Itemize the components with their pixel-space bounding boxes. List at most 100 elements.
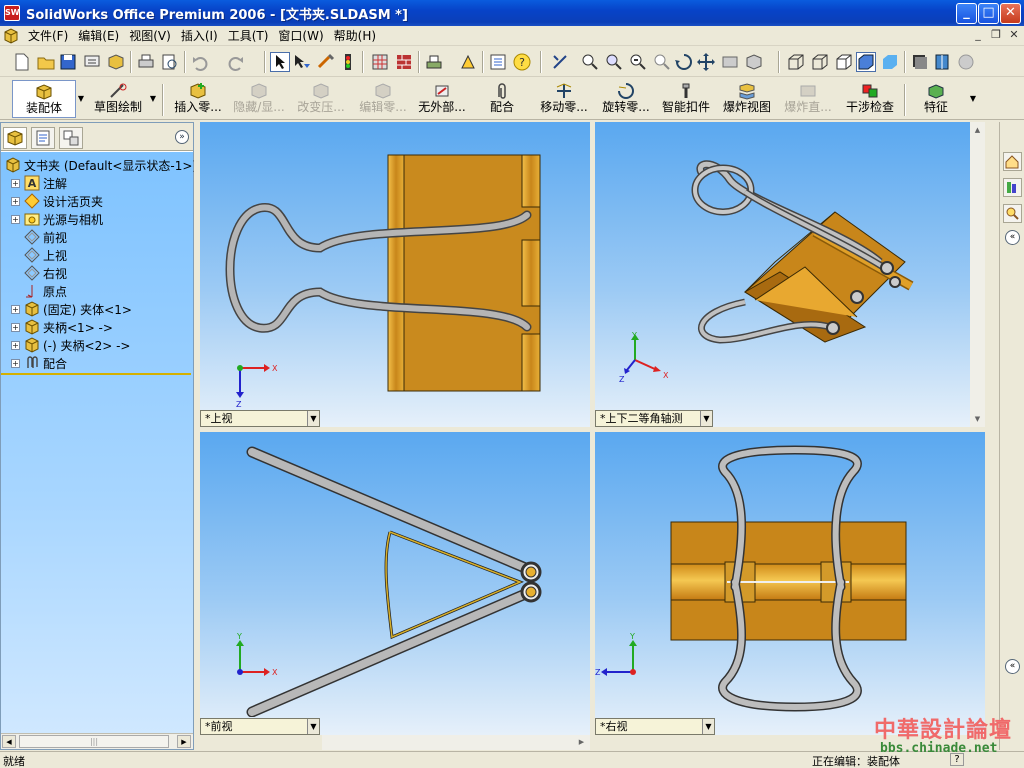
tree-node-origin[interactable]: 原点 (24, 282, 67, 300)
viewport-dimetric[interactable]: Y X Z *上下二等角轴测 ▼ ▲ ▼ (595, 122, 985, 427)
select-filter-icon[interactable] (292, 52, 312, 72)
view-dropdown-arrow-icon[interactable]: ▼ (700, 411, 712, 426)
cm-rotate-component[interactable]: 旋转零... (598, 80, 654, 118)
sketch-dropdown-arrow-icon[interactable]: ▼ (148, 80, 158, 118)
task-pane-home-icon[interactable] (1003, 152, 1022, 171)
menu-tools[interactable]: 工具(T) (223, 27, 274, 45)
scroll-left-arrow-icon[interactable]: ◀ (2, 735, 16, 748)
zoom-to-fit-icon[interactable] (580, 52, 600, 72)
section-view-icon[interactable] (932, 52, 952, 72)
assembly-dropdown-arrow-icon[interactable]: ▼ (76, 80, 86, 118)
expand-icon[interactable]: + (11, 304, 20, 314)
expand-icon[interactable]: + (11, 358, 20, 368)
view-dropdown-arrow-icon[interactable]: ▼ (307, 411, 319, 426)
tree-node-handle-2[interactable]: + (-) 夹柄<2> -> (11, 336, 130, 354)
viewport-front-hscroll[interactable]: ▶ (322, 735, 590, 750)
tab-configuration-manager[interactable] (59, 127, 83, 149)
rebuild-icon[interactable] (316, 52, 336, 72)
expand-icon[interactable]: + (11, 196, 20, 206)
menu-help[interactable]: 帮助(H) (329, 27, 381, 45)
select-arrow-icon[interactable] (270, 52, 290, 72)
cm-features[interactable]: 特征 (916, 80, 956, 118)
properties-icon[interactable] (488, 52, 508, 72)
close-button[interactable]: ✕ (1000, 3, 1021, 24)
vertical-scrollbar[interactable]: ▲ ▼ (970, 122, 985, 427)
horizontal-scrollbar[interactable]: ◀ ||| ▶ (1, 733, 193, 749)
print-preview-icon[interactable] (82, 52, 102, 72)
tree-node-annotations[interactable]: + A 注解 (11, 174, 67, 192)
viewport-dimetric-label[interactable]: *上下二等角轴测 ▼ (595, 410, 713, 427)
scroll-thumb[interactable]: ||| (19, 735, 169, 748)
menu-edit[interactable]: 编辑(E) (73, 27, 124, 45)
features-dropdown-arrow-icon[interactable]: ▼ (966, 80, 980, 118)
rotate-view-icon[interactable] (674, 52, 694, 72)
collapse-panel-icon[interactable]: » (175, 130, 189, 144)
cm-interference-detection[interactable]: 干涉检查 (842, 80, 898, 118)
menu-insert[interactable]: 插入(I) (176, 27, 223, 45)
expand-icon[interactable]: + (11, 322, 20, 332)
view-dropdown-arrow-icon[interactable]: ▼ (702, 719, 714, 734)
hidden-lines-visible-icon[interactable] (810, 52, 830, 72)
help-icon[interactable]: ? (512, 52, 532, 72)
scroll-down-arrow-icon[interactable]: ▼ (971, 412, 984, 426)
scroll-up-arrow-icon[interactable]: ▲ (971, 123, 984, 137)
scroll-right-arrow-icon[interactable]: ▶ (177, 735, 191, 748)
viewport-front[interactable]: Y X *前视 ▼ (200, 432, 590, 735)
doc-minimize-button[interactable]: _ (970, 28, 986, 43)
cm-mate[interactable]: 配合 (484, 80, 520, 118)
standard-views-icon[interactable] (744, 52, 764, 72)
zoom-in-out-icon[interactable] (628, 52, 648, 72)
shaded-with-edges-icon[interactable] (856, 52, 876, 72)
undo-icon[interactable] (190, 52, 210, 72)
wireframe-icon[interactable] (786, 52, 806, 72)
task-pane-file-explorer-icon[interactable] (1003, 204, 1022, 223)
tree-node-lights-cameras[interactable]: + 光源与相机 (11, 210, 103, 228)
3d-drawing-view-icon[interactable] (720, 52, 740, 72)
zoom-area-icon[interactable] (604, 52, 624, 72)
view-orientation-icon[interactable] (550, 52, 570, 72)
task-pane-design-library-icon[interactable] (1003, 178, 1022, 197)
task-pane-expand-icon[interactable]: « (1005, 230, 1020, 245)
rollback-bar[interactable] (1, 373, 191, 375)
scroll-right-arrow-icon[interactable]: ▶ (575, 736, 588, 749)
zoom-selection-icon[interactable] (652, 52, 672, 72)
redo-icon[interactable] (226, 52, 246, 72)
cm-change-suppression[interactable]: 改变压... (292, 80, 350, 118)
cm-insert-component[interactable]: 插入零... (170, 80, 226, 118)
viewport-front-label[interactable]: *前视 ▼ (200, 718, 320, 735)
expand-icon[interactable]: + (11, 178, 20, 188)
grid-icon[interactable] (370, 52, 390, 72)
task-pane-expand-bottom-icon[interactable]: « (1005, 659, 1020, 674)
expand-icon[interactable]: + (11, 214, 20, 224)
title-bar[interactable]: SW SolidWorks Office Premium 2006 - [文书夹… (0, 0, 1024, 26)
tab-feature-tree[interactable] (3, 127, 27, 149)
save-icon[interactable] (58, 52, 78, 72)
cm-sketch[interactable]: 草图绘制 (86, 80, 150, 118)
pan-icon[interactable] (696, 52, 716, 72)
traffic-light-icon[interactable] (338, 52, 358, 72)
doc-restore-button[interactable]: ❐ (988, 28, 1004, 43)
print-preview-magnifier-icon[interactable] (160, 52, 180, 72)
tree-node-right-plane[interactable]: 右视 (24, 264, 67, 282)
cm-hide-show[interactable]: 隐藏/显... (230, 80, 288, 118)
viewport-right-label[interactable]: *右视 ▼ (595, 718, 715, 735)
menu-file[interactable]: 文件(F) (23, 27, 73, 45)
cm-explode-line-sketch[interactable]: 爆炸直... (780, 80, 836, 118)
viewport-top[interactable]: X Z *上视 ▼ (200, 122, 590, 427)
open-folder-icon[interactable] (36, 52, 56, 72)
tree-root[interactable]: 文书夹 (Default<显示状态-1>) (5, 156, 197, 174)
measure-icon[interactable] (424, 52, 444, 72)
tab-property-manager[interactable] (31, 127, 55, 149)
photoworks-icon[interactable] (458, 52, 478, 72)
make-drawing-icon[interactable] (106, 52, 126, 72)
expand-icon[interactable]: + (11, 340, 20, 350)
menu-window[interactable]: 窗口(W) (273, 27, 328, 45)
viewport-top-label[interactable]: *上视 ▼ (200, 410, 320, 427)
hidden-lines-removed-icon[interactable] (834, 52, 854, 72)
tree-node-handle-1[interactable]: + 夹柄<1> -> (11, 318, 113, 336)
material-icon[interactable] (394, 52, 414, 72)
tree-node-clip-body[interactable]: + (固定) 夹体<1> (11, 300, 132, 318)
cm-no-external-references[interactable]: 无外部... (414, 80, 470, 118)
tree-node-design-binder[interactable]: + 设计活页夹 (11, 192, 103, 210)
solidworks-logo-icon[interactable]: SW (4, 5, 20, 21)
